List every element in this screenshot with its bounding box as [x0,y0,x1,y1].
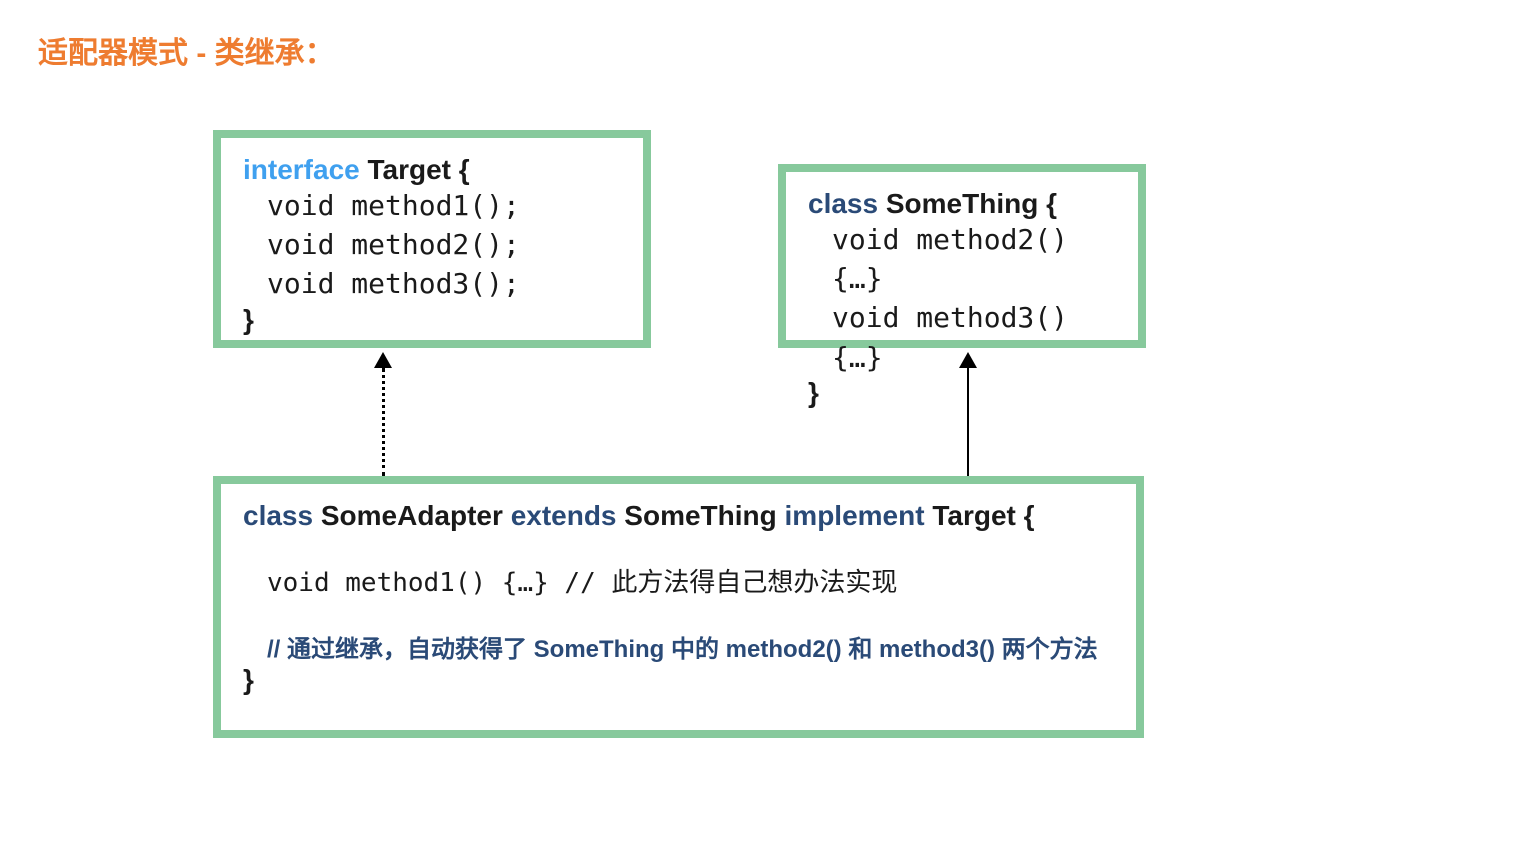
adapter-header: class SomeAdapter extends SomeThing impl… [243,500,1114,532]
adapter-name: SomeAdapter [321,500,503,531]
something-header: class SomeThing { [808,188,1116,220]
something-class-box: class SomeThing { void method2() {…} voi… [778,164,1146,348]
target-method-2: void method2(); [267,225,621,264]
extends-arrow [967,368,969,476]
class-keyword: class [808,188,878,219]
target-interface-box: interface Target { void method1(); void … [213,130,651,348]
implements-arrow [382,368,385,476]
something-close-brace: } [808,377,1116,409]
target-method-3: void method3(); [267,264,621,303]
target-name: Target { [368,154,470,185]
adapter-comment: // 通过继承，自动获得了 SomeThing 中的 method2() 和 m… [267,629,1114,664]
adapter-interface: Target { [932,500,1034,531]
adapter-close-brace: } [243,664,1114,696]
interface-keyword: interface [243,154,360,185]
adapter-class-keyword: class [243,500,313,531]
adapter-parent: SomeThing [624,500,776,531]
diagram-title: 适配器模式 - 类继承： [38,28,335,72]
extends-arrowhead [959,352,977,368]
implement-keyword: implement [785,500,925,531]
target-method-1: void method1(); [267,186,621,225]
implements-arrowhead [374,352,392,368]
target-close-brace: } [243,304,621,336]
adapter-method-1: void method1() {…} // 此方法得自己想办法实现 [267,562,1114,599]
adapter-class-box: class SomeAdapter extends SomeThing impl… [213,476,1144,738]
something-method-2: void method2() {…} [832,220,1116,298]
something-name: SomeThing { [886,188,1057,219]
target-header: interface Target { [243,154,621,186]
extends-keyword: extends [511,500,617,531]
